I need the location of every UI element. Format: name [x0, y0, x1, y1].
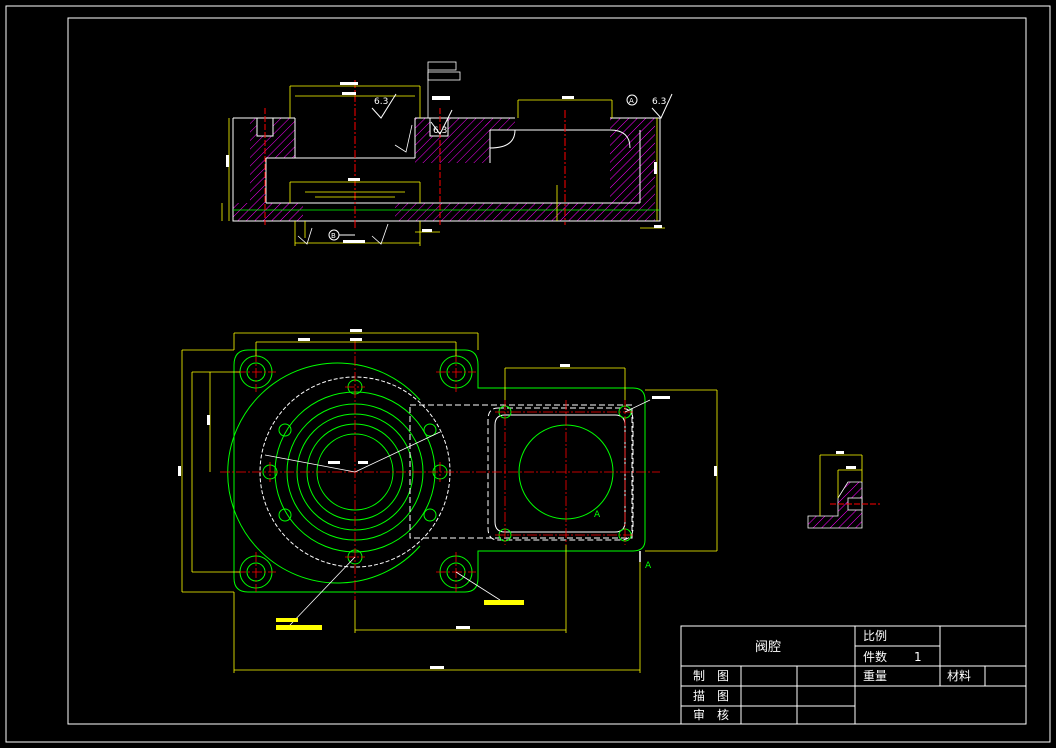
scale-label: 比例 — [863, 629, 887, 643]
svg-text:A: A — [629, 97, 634, 105]
section-dimensions — [221, 85, 665, 246]
hole-note — [276, 618, 298, 622]
checked-label: 审 核 — [693, 707, 729, 722]
flange-outline — [227, 362, 421, 584]
roughness-symbol: 6.3 — [371, 93, 397, 119]
plan-view: A A — [178, 329, 718, 673]
weight-label: 重量 — [863, 669, 887, 683]
roughness-symbol: 6.3 — [651, 93, 673, 119]
count-label: 件数 — [863, 649, 887, 664]
section-view: 6.3 6.3 6.3 A B — [221, 61, 673, 246]
tolerance-frame — [427, 61, 457, 71]
part-name: 阀腔 — [755, 640, 781, 655]
svg-text:6.3: 6.3 — [652, 97, 666, 107]
drawn-label: 制 图 — [693, 669, 729, 683]
traced-label: 描 图 — [693, 689, 729, 703]
body-outline — [233, 349, 646, 593]
hole-note — [484, 600, 524, 605]
dim-label — [340, 82, 358, 85]
detail-view — [807, 451, 880, 529]
chamber-hidden — [487, 407, 634, 541]
inner-border — [67, 17, 1027, 725]
svg-text:6.3: 6.3 — [433, 126, 447, 136]
outer-border — [5, 5, 1051, 743]
svg-text:6.3: 6.3 — [374, 97, 388, 107]
plan-dimensions — [181, 332, 718, 673]
count-value: 1 — [914, 650, 922, 664]
material-label: 材料 — [947, 669, 971, 683]
svg-text:B: B — [331, 232, 336, 240]
section-mark-a: A — [594, 510, 601, 520]
plan-center-lines — [220, 340, 660, 600]
title-block: 阀腔 比例 件数 1 重量 材料 制 图 描 图 审 核 — [680, 625, 1027, 725]
datum-symbol-b: B — [328, 229, 355, 241]
datum-symbol-a: A — [626, 94, 638, 106]
section-mark-a: A — [645, 561, 652, 571]
drawing-sheet: 6.3 6.3 6.3 A B A A 阀腔 比例 件数 1 重量 材料 制 图… — [5, 5, 1051, 743]
